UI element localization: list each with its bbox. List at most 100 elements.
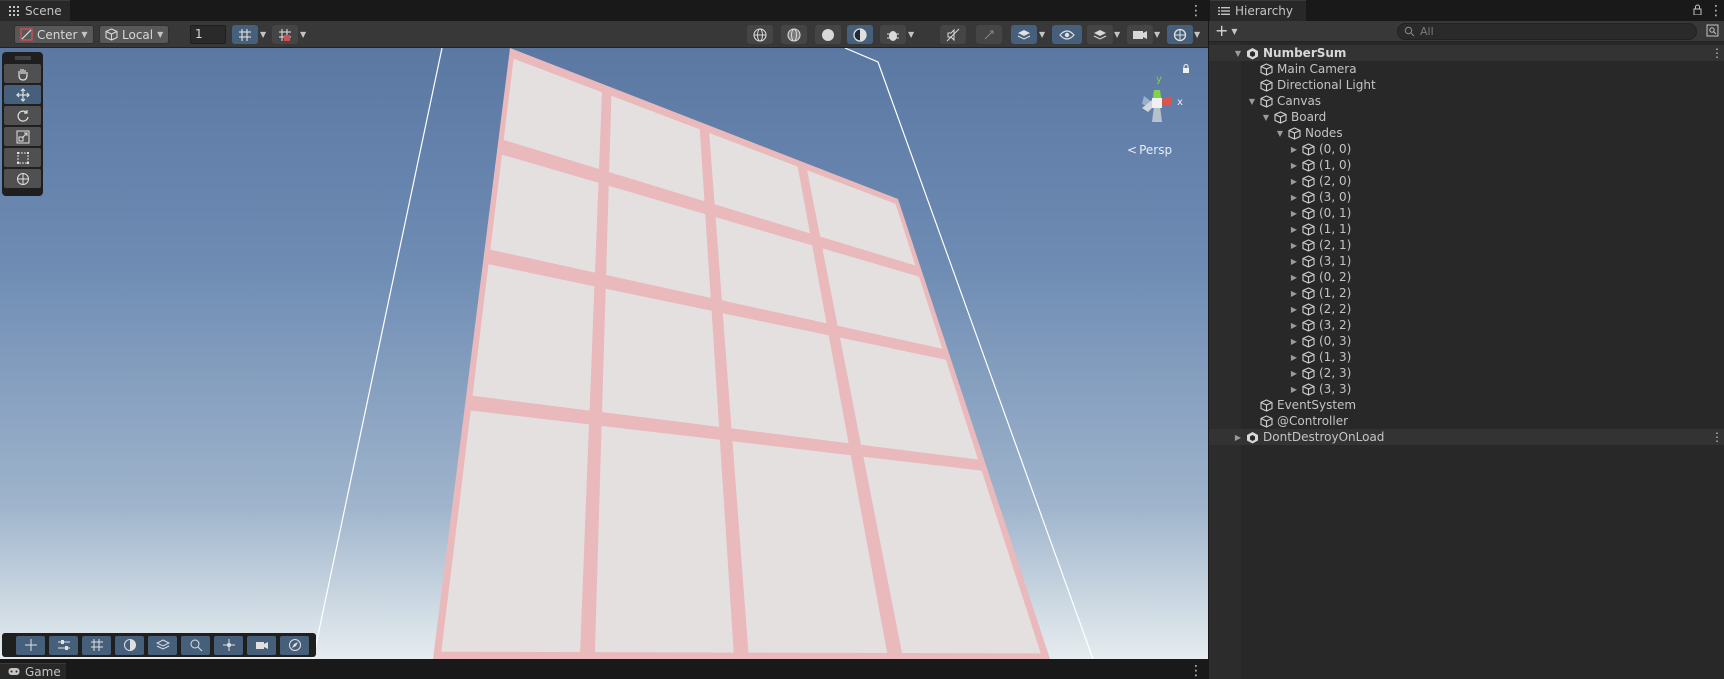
hierarchy-item[interactable]: Main Camera: [1209, 61, 1724, 77]
hierarchy-item[interactable]: ▶ (2, 3): [1209, 365, 1724, 381]
collapsed-arrow-icon[interactable]: ▶: [1288, 241, 1300, 250]
hierarchy-item[interactable]: ▶ (3, 0): [1209, 189, 1724, 205]
hierarchy-item[interactable]: ▶ (2, 2): [1209, 301, 1724, 317]
collapsed-arrow-icon[interactable]: ▶: [1288, 337, 1300, 346]
expanded-arrow-icon[interactable]: ▼: [1246, 97, 1258, 106]
overlay-lighting-button[interactable]: [115, 635, 144, 655]
gizmo-center[interactable]: [1152, 98, 1162, 108]
chevron-down-icon[interactable]: ▼: [1154, 30, 1160, 39]
camera-settings-dropdown[interactable]: [1127, 25, 1153, 44]
pivot-mode-dropdown[interactable]: Center ▼: [14, 25, 94, 44]
collapsed-arrow-icon[interactable]: ▶: [1288, 385, 1300, 394]
hierarchy-kebab-menu-icon[interactable]: ⋮: [1709, 4, 1723, 18]
board-node-cell[interactable]: [840, 337, 979, 460]
hierarchy-item[interactable]: ▶ (0, 1): [1209, 205, 1724, 221]
hierarchy-item[interactable]: EventSystem: [1209, 397, 1724, 413]
chevron-down-icon[interactable]: ▼: [908, 30, 914, 39]
collapsed-arrow-icon[interactable]: ▶: [1288, 273, 1300, 282]
hierarchy-item[interactable]: ▼ Nodes: [1209, 125, 1724, 141]
chevron-down-icon[interactable]: ▼: [260, 30, 266, 39]
collapsed-arrow-icon[interactable]: ▶: [1288, 145, 1300, 154]
hierarchy-item[interactable]: ▶ (1, 0): [1209, 157, 1724, 173]
collapsed-arrow-icon[interactable]: ▶: [1288, 305, 1300, 314]
collapsed-arrow-icon[interactable]: ▶: [1288, 321, 1300, 330]
scene-viewport[interactable]: y x < Persp: [0, 48, 1208, 659]
snap-increment-field[interactable]: 1: [190, 25, 226, 44]
scene-row-kebab-icon[interactable]: ⋮: [1711, 430, 1723, 444]
gizmo-lock-icon[interactable]: [1182, 62, 1190, 76]
collapsed-arrow-icon[interactable]: ▶: [1288, 209, 1300, 218]
gizmos-toggle[interactable]: [1167, 25, 1193, 44]
hierarchy-item[interactable]: ▶ (2, 1): [1209, 237, 1724, 253]
overlay-grid-button[interactable]: [82, 635, 111, 655]
overlay-pivot-button[interactable]: [214, 635, 243, 655]
transform-tool-button[interactable]: [4, 169, 41, 188]
chevron-down-icon[interactable]: ▼: [1039, 30, 1045, 39]
board-node-cell[interactable]: [594, 425, 734, 653]
lighting-toggle[interactable]: [976, 25, 1002, 44]
collapsed-arrow-icon[interactable]: ▶: [1288, 289, 1300, 298]
collapsed-arrow-icon[interactable]: ▶: [1288, 225, 1300, 234]
hierarchy-item[interactable]: ▶ (0, 2): [1209, 269, 1724, 285]
hierarchy-item[interactable]: Directional Light: [1209, 77, 1724, 93]
camera-projection-toggle[interactable]: < Persp: [1127, 143, 1172, 157]
hierarchy-item[interactable]: ▶ (1, 2): [1209, 285, 1724, 301]
pivot-rotation-dropdown[interactable]: Local ▼: [99, 25, 169, 44]
hierarchy-item[interactable]: ▼ Board: [1209, 109, 1724, 125]
collapsed-arrow-icon[interactable]: ▶: [1288, 177, 1300, 186]
create-button[interactable]: + ▼: [1215, 23, 1238, 39]
chevron-down-icon[interactable]: ▼: [1114, 30, 1120, 39]
expanded-arrow-icon[interactable]: ▼: [1260, 113, 1272, 122]
collapsed-arrow-icon[interactable]: ▶: [1288, 369, 1300, 378]
overlay-camera-button[interactable]: [247, 635, 276, 655]
palette-drag-handle[interactable]: [4, 54, 41, 62]
expanded-arrow-icon[interactable]: ▼: [1274, 129, 1286, 138]
board-node-cell[interactable]: [472, 264, 595, 411]
hierarchy-item[interactable]: ▶ (3, 1): [1209, 253, 1724, 269]
hand-tool-button[interactable]: [4, 64, 41, 83]
collapsed-arrow-icon[interactable]: ▶: [1288, 161, 1300, 170]
tab-scene[interactable]: Scene: [0, 0, 70, 21]
overlay-inspector-button[interactable]: [49, 635, 78, 655]
hierarchy-search-input[interactable]: All: [1397, 23, 1697, 40]
layers-dropdown[interactable]: [1087, 25, 1113, 44]
hierarchy-item[interactable]: ▶ (2, 0): [1209, 173, 1724, 189]
overlay-layers-button[interactable]: [148, 635, 177, 655]
gizmo-neg-y-axis[interactable]: [1152, 106, 1162, 122]
collapsed-arrow-icon[interactable]: ▶: [1288, 193, 1300, 202]
expanded-arrow-icon[interactable]: ▼: [1232, 49, 1244, 58]
debug-draw-mode-button[interactable]: [880, 25, 906, 44]
hierarchy-scene-row[interactable]: ▶ DontDestroyOnLoad ⋮: [1209, 429, 1724, 445]
scene-visibility-toggle[interactable]: [1011, 25, 1037, 44]
collapsed-arrow-icon[interactable]: ▶: [1288, 257, 1300, 266]
hierarchy-item[interactable]: ▶ (1, 3): [1209, 349, 1724, 365]
move-tool-button[interactable]: [4, 85, 41, 104]
increment-snap-toggle[interactable]: [272, 25, 298, 44]
draw-mode-shaded-button[interactable]: [815, 25, 841, 44]
collapsed-arrow-icon[interactable]: ▶: [1232, 433, 1244, 442]
hierarchy-item[interactable]: ▶ (3, 2): [1209, 317, 1724, 333]
overlay-navigation-button[interactable]: [280, 635, 309, 655]
chevron-down-icon[interactable]: ▼: [300, 30, 306, 39]
draw-mode-shaded-wireframe-button[interactable]: [781, 25, 807, 44]
scale-tool-button[interactable]: [4, 127, 41, 146]
lock-icon[interactable]: [1693, 4, 1702, 18]
grid-snap-toggle[interactable]: [232, 25, 258, 44]
rotate-tool-button[interactable]: [4, 106, 41, 125]
draw-mode-unlit-button[interactable]: [847, 25, 873, 44]
hierarchy-item[interactable]: ▶ (0, 3): [1209, 333, 1724, 349]
overlay-move-button[interactable]: [16, 635, 45, 655]
game-kebab-menu-icon[interactable]: ⋮: [1189, 664, 1203, 678]
orientation-gizmo[interactable]: y x: [1122, 64, 1192, 146]
hierarchy-scene-row[interactable]: ▼ NumberSum ⋮: [1209, 45, 1724, 61]
scene-kebab-menu-icon[interactable]: ⋮: [1189, 4, 1203, 18]
scene-row-kebab-icon[interactable]: ⋮: [1711, 46, 1723, 60]
board-node-cell[interactable]: [602, 288, 720, 427]
tab-game[interactable]: Game: [0, 663, 66, 679]
hidden-objects-toggle[interactable]: [1052, 25, 1082, 44]
collapsed-arrow-icon[interactable]: ▶: [1288, 353, 1300, 362]
hierarchy-item[interactable]: ▶ (1, 1): [1209, 221, 1724, 237]
rect-tool-button[interactable]: [4, 148, 41, 167]
overlay-search-button[interactable]: [181, 635, 210, 655]
hierarchy-item[interactable]: ▼ Canvas: [1209, 93, 1724, 109]
